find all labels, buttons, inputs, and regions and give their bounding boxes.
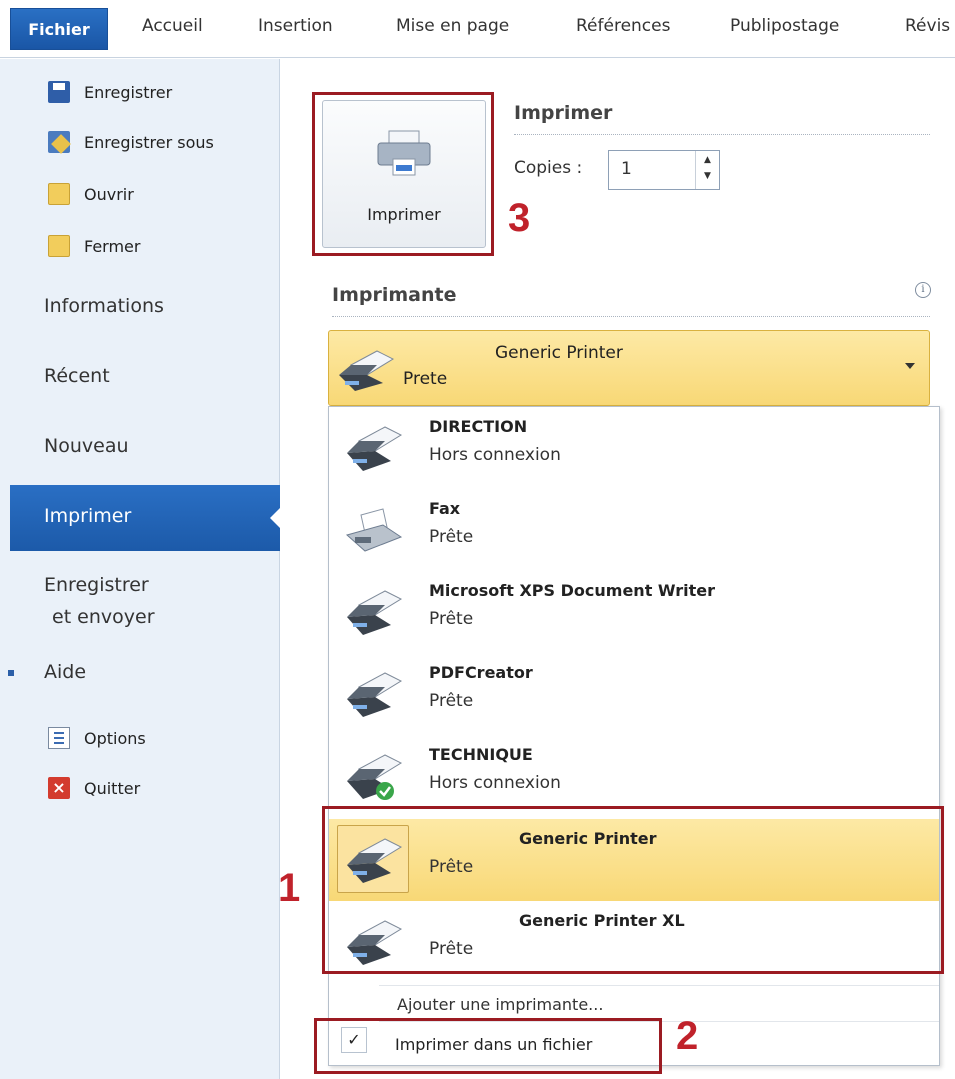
folder-close-icon [48,235,70,257]
tab-mise-en-page[interactable]: Mise en page [396,16,509,36]
callout-number-3: 3 [508,196,531,240]
printer-status: Hors connexion [429,445,561,465]
backstage-nav: Enregistrer Enregistrer sous Ouvrir Ferm… [0,59,281,1079]
tab-nouveau[interactable]: Nouveau [44,435,129,457]
callout-box-3 [312,92,494,256]
printer-section-title: Imprimante [332,284,457,306]
printer-icon [339,350,395,391]
fax-icon [345,508,403,552]
printer-name: Fax [429,499,461,518]
quit-button[interactable]: × Quitter [48,777,140,799]
printer-dropdown[interactable]: Generic Printer Prete [328,330,930,406]
printer-item-technique[interactable]: TECHNIQUE Hors connexion [329,735,939,815]
callout-number-2: 2 [676,1014,699,1058]
tab-enregistrer-envoyer[interactable]: Enregistrer et envoyer [44,569,155,633]
callout-number-1: 1 [278,866,301,910]
printer-name: DIRECTION [429,417,528,436]
print-section-title: Imprimer [514,102,613,124]
tab-imprimer[interactable]: Imprimer [10,485,281,551]
printer-icon [347,426,403,471]
save-label: Enregistrer [84,82,173,102]
tab-revision[interactable]: Révis [905,16,950,36]
chevron-down-icon[interactable] [905,363,915,369]
copies-spinner[interactable]: 1 ▲ ▼ [608,150,720,190]
open-label: Ouvrir [84,184,134,204]
list-separator [379,985,939,986]
save-as-icon [48,131,70,153]
save-icon [48,81,70,103]
selected-printer-name: Generic Printer [495,343,623,363]
folder-open-icon [48,183,70,205]
tab-enregistrer-envoyer-line2: et envoyer [52,606,155,628]
save-as-button[interactable]: Enregistrer sous [48,131,214,153]
tab-references[interactable]: Références [576,16,670,36]
selected-printer-status: Prete [403,369,448,389]
ribbon-tabs: Fichier Accueil Insertion Mise en page R… [0,0,955,58]
section-divider [514,134,930,135]
tab-insertion[interactable]: Insertion [258,16,333,36]
open-button[interactable]: Ouvrir [48,183,134,205]
tab-informations[interactable]: Informations [44,295,164,317]
printer-status: Prête [429,527,474,547]
printer-item-fax[interactable]: Fax Prête [329,489,939,569]
add-printer-link[interactable]: Ajouter une imprimante... [397,995,603,1014]
save-as-label: Enregistrer sous [84,132,214,152]
tab-recent[interactable]: Récent [44,365,110,387]
close-label: Fermer [84,236,141,256]
copies-label: Copies : [514,158,583,178]
spin-up-icon[interactable]: ▲ [704,155,711,165]
printer-item-pdfcreator[interactable]: PDFCreator Prête [329,653,939,733]
copies-spin-buttons[interactable]: ▲ ▼ [695,151,719,189]
tab-file[interactable]: Fichier [10,8,108,50]
tab-accueil[interactable]: Accueil [142,16,203,36]
printer-item-direction[interactable]: DIRECTION Hors connexion [329,407,939,487]
default-printer-icon [347,754,403,800]
help-bullet [8,670,14,676]
printer-divider [332,316,930,317]
printer-icon [347,590,403,635]
quit-label: Quitter [84,778,141,798]
tab-publipostage[interactable]: Publipostage [730,16,839,36]
callout-box-2 [314,1018,662,1074]
printer-icon [347,672,403,717]
tab-aide[interactable]: Aide [44,661,86,683]
save-button[interactable]: Enregistrer [48,81,172,103]
printer-status: Prête [429,691,474,711]
printer-name: PDFCreator [429,663,533,682]
copies-value: 1 [621,159,632,179]
printer-status: Prête [429,609,474,629]
tab-enregistrer-envoyer-line1: Enregistrer [44,574,149,596]
close-button[interactable]: Fermer [48,235,140,257]
options-button[interactable]: Options [48,727,146,749]
quit-icon: × [48,777,70,799]
tab-imprimer-label: Imprimer [44,505,132,527]
printer-name: TECHNIQUE [429,745,533,764]
callout-box-1 [322,806,944,974]
info-icon[interactable]: i [915,282,931,298]
options-icon [48,727,70,749]
printer-name: Microsoft XPS Document Writer [429,581,716,600]
spin-down-icon[interactable]: ▼ [704,171,711,181]
options-label: Options [84,728,146,748]
printer-status: Hors connexion [429,773,561,793]
printer-item-xps[interactable]: Microsoft XPS Document Writer Prête [329,571,939,651]
active-tab-notch [270,507,281,529]
